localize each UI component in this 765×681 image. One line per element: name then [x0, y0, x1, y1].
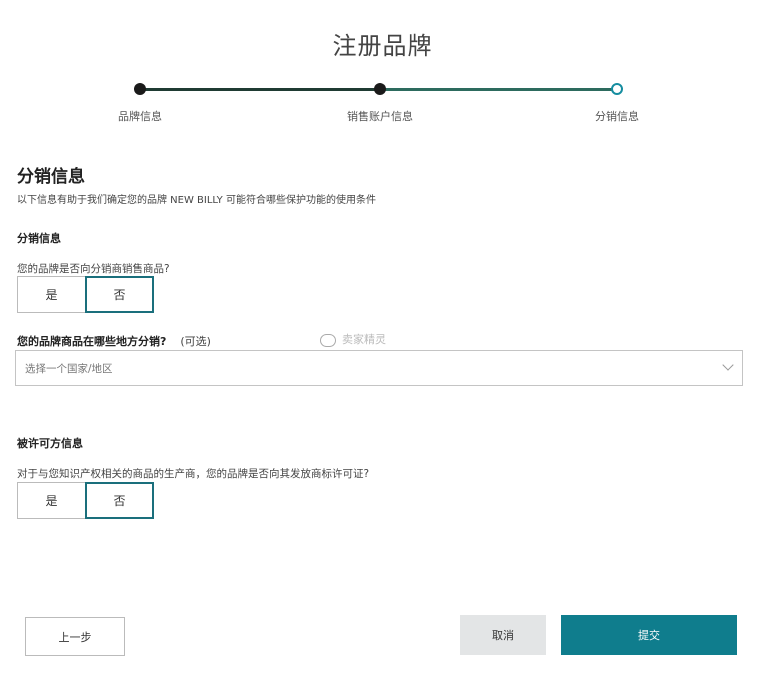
- stepper-line-1: [140, 88, 378, 91]
- step-label-distribution: 分销信息: [595, 110, 639, 123]
- watermark: 卖家精灵: [320, 331, 386, 347]
- distribution-subtitle: 分销信息: [17, 232, 61, 245]
- region-question: 您的品牌商品在哪些地方分销? (可选): [17, 333, 211, 349]
- distribution-toggle: 是 否: [17, 276, 154, 313]
- region-question-text: 您的品牌商品在哪些地方分销?: [17, 335, 167, 348]
- cancel-button[interactable]: 取消: [460, 615, 546, 655]
- step-label-sales-account: 销售账户信息: [347, 110, 413, 123]
- submit-button[interactable]: 提交: [561, 615, 737, 655]
- licensee-question: 对于与您知识产权相关的商品的生产商，您的品牌是否向其发放商标许可证?: [17, 468, 370, 480]
- distribution-no-button[interactable]: 否: [85, 276, 154, 313]
- previous-step-button[interactable]: 上一步: [25, 617, 125, 656]
- distribution-question: 您的品牌是否向分销商销售商品?: [17, 263, 170, 275]
- section-title: 分销信息: [17, 167, 85, 187]
- region-select[interactable]: 选择一个国家/地区: [15, 350, 743, 386]
- chevron-down-icon: [722, 359, 734, 371]
- step-label-brand-info: 品牌信息: [118, 110, 162, 123]
- section-description: 以下信息有助于我们确定您的品牌 NEW BILLY 可能符合哪些保护功能的使用条…: [17, 195, 376, 206]
- weibo-icon: [320, 333, 336, 347]
- step-dot-sales-account: [374, 83, 386, 95]
- licensee-no-button[interactable]: 否: [85, 482, 154, 519]
- licensee-toggle: 是 否: [17, 482, 154, 519]
- stepper-line-2: [380, 88, 616, 91]
- region-optional-tag: (可选): [180, 335, 211, 348]
- distribution-yes-button[interactable]: 是: [17, 276, 86, 313]
- step-dot-brand-info: [134, 83, 146, 95]
- licensee-yes-button[interactable]: 是: [17, 482, 86, 519]
- step-dot-distribution: [611, 83, 623, 95]
- watermark-text: 卖家精灵: [342, 333, 386, 346]
- licensee-subtitle: 被许可方信息: [17, 437, 83, 450]
- progress-stepper: 品牌信息 销售账户信息 分销信息: [0, 80, 765, 130]
- page-title: 注册品牌: [332, 32, 433, 60]
- region-select-placeholder: 选择一个国家/地区: [25, 362, 113, 375]
